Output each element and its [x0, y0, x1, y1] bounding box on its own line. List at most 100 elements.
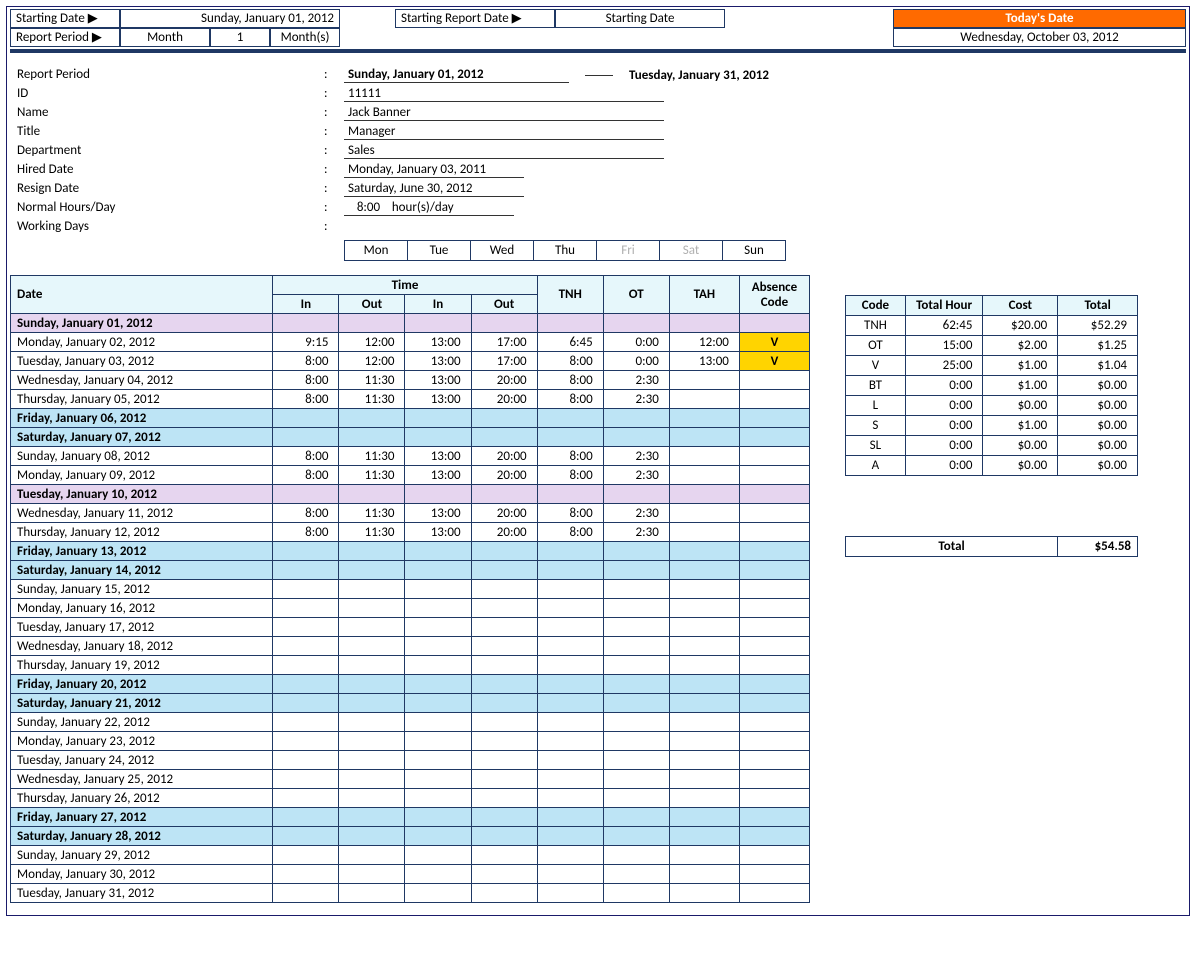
- date-cell[interactable]: Tuesday, January 17, 2012: [11, 618, 273, 637]
- date-cell[interactable]: Tuesday, January 31, 2012: [11, 884, 273, 903]
- out1-cell[interactable]: 11:30: [339, 504, 405, 523]
- out2-cell[interactable]: [471, 808, 537, 827]
- out1-cell[interactable]: 11:30: [339, 523, 405, 542]
- out1-cell[interactable]: [339, 656, 405, 675]
- in1-cell[interactable]: [273, 789, 339, 808]
- in2-cell[interactable]: [405, 846, 471, 865]
- out2-cell[interactable]: 20:00: [471, 466, 537, 485]
- ac-cell[interactable]: [739, 808, 809, 827]
- out1-cell[interactable]: [339, 713, 405, 732]
- ac-cell[interactable]: [739, 580, 809, 599]
- date-cell[interactable]: Monday, January 09, 2012: [11, 466, 273, 485]
- out1-cell[interactable]: [339, 846, 405, 865]
- date-cell[interactable]: Friday, January 20, 2012: [11, 675, 273, 694]
- out2-cell[interactable]: [471, 827, 537, 846]
- out1-cell[interactable]: [339, 675, 405, 694]
- out2-cell[interactable]: [471, 675, 537, 694]
- ac-cell[interactable]: [739, 447, 809, 466]
- in1-cell[interactable]: [273, 846, 339, 865]
- out1-cell[interactable]: [339, 580, 405, 599]
- out1-cell[interactable]: [339, 599, 405, 618]
- in2-cell[interactable]: [405, 732, 471, 751]
- date-cell[interactable]: Monday, January 30, 2012: [11, 865, 273, 884]
- ac-cell[interactable]: [739, 618, 809, 637]
- out1-cell[interactable]: [339, 314, 405, 333]
- out1-cell[interactable]: [339, 865, 405, 884]
- out1-cell[interactable]: [339, 827, 405, 846]
- in1-cell[interactable]: 8:00: [273, 352, 339, 371]
- in1-cell[interactable]: [273, 580, 339, 599]
- in1-cell[interactable]: [273, 694, 339, 713]
- date-cell[interactable]: Saturday, January 07, 2012: [11, 428, 273, 447]
- in2-cell[interactable]: [405, 542, 471, 561]
- out1-cell[interactable]: [339, 428, 405, 447]
- date-cell[interactable]: Thursday, January 05, 2012: [11, 390, 273, 409]
- out2-cell[interactable]: 17:00: [471, 352, 537, 371]
- ac-cell[interactable]: [739, 561, 809, 580]
- out1-cell[interactable]: 11:30: [339, 390, 405, 409]
- in1-cell[interactable]: [273, 751, 339, 770]
- in1-cell[interactable]: 9:15: [273, 333, 339, 352]
- out2-cell[interactable]: 17:00: [471, 333, 537, 352]
- in2-cell[interactable]: [405, 599, 471, 618]
- in1-cell[interactable]: [273, 732, 339, 751]
- date-cell[interactable]: Wednesday, January 11, 2012: [11, 504, 273, 523]
- ac-cell[interactable]: [739, 751, 809, 770]
- out1-cell[interactable]: 11:30: [339, 447, 405, 466]
- working-day-sat[interactable]: Sat: [659, 240, 723, 261]
- date-cell[interactable]: Saturday, January 14, 2012: [11, 561, 273, 580]
- in2-cell[interactable]: [405, 865, 471, 884]
- in1-cell[interactable]: [273, 485, 339, 504]
- out2-cell[interactable]: [471, 561, 537, 580]
- in2-cell[interactable]: [405, 694, 471, 713]
- reportperiod-count[interactable]: 1: [210, 28, 270, 47]
- in1-cell[interactable]: 8:00: [273, 523, 339, 542]
- in2-cell[interactable]: [405, 409, 471, 428]
- out2-cell[interactable]: [471, 732, 537, 751]
- out2-cell[interactable]: [471, 542, 537, 561]
- in2-cell[interactable]: 13:00: [405, 466, 471, 485]
- date-cell[interactable]: Thursday, January 19, 2012: [11, 656, 273, 675]
- out2-cell[interactable]: [471, 314, 537, 333]
- date-cell[interactable]: Friday, January 06, 2012: [11, 409, 273, 428]
- info-department-value[interactable]: Sales: [344, 143, 664, 159]
- date-cell[interactable]: Tuesday, January 24, 2012: [11, 751, 273, 770]
- in1-cell[interactable]: 8:00: [273, 504, 339, 523]
- working-day-tue[interactable]: Tue: [407, 240, 471, 261]
- in2-cell[interactable]: [405, 713, 471, 732]
- in1-cell[interactable]: [273, 561, 339, 580]
- ac-cell[interactable]: [739, 789, 809, 808]
- in2-cell[interactable]: [405, 618, 471, 637]
- date-cell[interactable]: Sunday, January 01, 2012: [11, 314, 273, 333]
- startreportdate-value[interactable]: Starting Date: [555, 9, 725, 28]
- out1-cell[interactable]: [339, 542, 405, 561]
- out1-cell[interactable]: [339, 732, 405, 751]
- out1-cell[interactable]: [339, 751, 405, 770]
- in2-cell[interactable]: [405, 808, 471, 827]
- out1-cell[interactable]: 12:00: [339, 333, 405, 352]
- ac-cell[interactable]: V: [739, 333, 809, 352]
- out1-cell[interactable]: [339, 618, 405, 637]
- date-cell[interactable]: Thursday, January 12, 2012: [11, 523, 273, 542]
- ac-cell[interactable]: [739, 713, 809, 732]
- in2-cell[interactable]: 13:00: [405, 371, 471, 390]
- info-normalhours-value[interactable]: 8:00: [357, 200, 380, 215]
- in2-cell[interactable]: [405, 656, 471, 675]
- ac-cell[interactable]: [739, 428, 809, 447]
- working-day-thu[interactable]: Thu: [533, 240, 597, 261]
- ac-cell[interactable]: [739, 371, 809, 390]
- out2-cell[interactable]: [471, 428, 537, 447]
- in2-cell[interactable]: [405, 314, 471, 333]
- in2-cell[interactable]: [405, 675, 471, 694]
- out2-cell[interactable]: 20:00: [471, 504, 537, 523]
- in1-cell[interactable]: [273, 637, 339, 656]
- out1-cell[interactable]: 11:30: [339, 466, 405, 485]
- in1-cell[interactable]: [273, 409, 339, 428]
- ac-cell[interactable]: [739, 827, 809, 846]
- ac-cell[interactable]: [739, 523, 809, 542]
- ac-cell[interactable]: [739, 846, 809, 865]
- out1-cell[interactable]: [339, 884, 405, 903]
- in1-cell[interactable]: [273, 656, 339, 675]
- in2-cell[interactable]: [405, 827, 471, 846]
- ac-cell[interactable]: V: [739, 352, 809, 371]
